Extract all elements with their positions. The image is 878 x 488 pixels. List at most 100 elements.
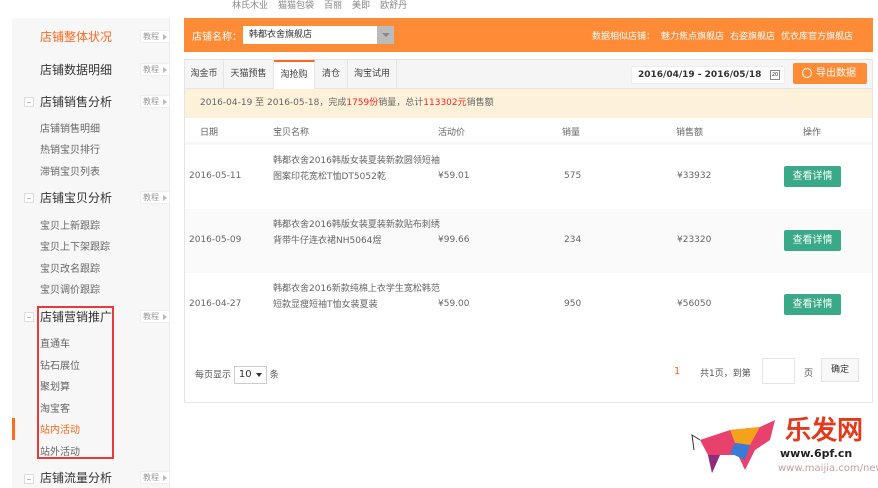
export-label: 导出数据: [816, 68, 856, 79]
row-item-name[interactable]: 韩都衣舍2016韩版女装夏装新款贴布刺绣背带牛仔连衣裙NH5064煜: [273, 217, 443, 249]
sidebar-item[interactable]: 宝贝调价跟踪: [40, 281, 100, 296]
row-date: 2016-05-11: [189, 171, 242, 181]
tutorial-button[interactable]: 教程: [140, 30, 170, 43]
collapse-icon[interactable]: [24, 193, 34, 203]
store-select[interactable]: 韩都衣舍旗舰店: [243, 26, 394, 44]
notice-text: 销量，总计: [378, 98, 424, 108]
active-indicator: [12, 418, 15, 440]
export-button[interactable]: 导出数据: [793, 63, 867, 84]
tutorial-button[interactable]: 教程: [140, 63, 170, 76]
top-nav-link[interactable]: 猫猫包袋: [278, 1, 314, 11]
sidebar-item[interactable]: 宝贝上下架跟踪: [40, 238, 110, 253]
page-unit: 页: [804, 369, 814, 379]
row-item-name[interactable]: 韩都衣舍2016韩版女装夏装新款圆领短袖图案印花宽松T恤DT5052乾: [273, 153, 443, 185]
top-nav-link[interactable]: 欧舒丹: [380, 1, 407, 11]
watermark-url-2: www.maijia.com/news: [778, 463, 878, 474]
summary-notice: 2016-04-19 至 2016-05-18，完成1759份销量，总计1133…: [185, 89, 872, 118]
col-qty: 销量: [562, 128, 581, 138]
collapse-icon[interactable]: [24, 312, 34, 322]
top-nav-link[interactable]: 百丽: [324, 1, 342, 11]
sidebar-section-detail[interactable]: 店铺数据明细: [40, 61, 112, 78]
row-qty: 950: [564, 299, 582, 309]
date-range-input[interactable]: 2016/04/19 - 2016/05/18 20: [631, 66, 785, 84]
watermark-url: www.6pf.cn: [780, 447, 853, 460]
tutorial-button[interactable]: 教程: [140, 95, 170, 108]
page-total: 共1页，到第: [700, 369, 751, 379]
similar-stores: 数据相似店铺： 魅力焦点旗舰店 右姿旗舰店 优衣库官方旗舰店: [586, 29, 853, 42]
similar-store-link[interactable]: 右姿旗舰店: [730, 32, 775, 42]
table-row: 2016-05-09 韩都衣舍2016韩版女装夏装新款贴布刺绣背带牛仔连衣裙NH…: [185, 209, 872, 273]
calendar-icon[interactable]: 20: [770, 70, 780, 80]
confirm-button[interactable]: 确定: [821, 358, 859, 382]
sidebar-item[interactable]: 宝贝上新跟踪: [40, 217, 100, 232]
row-price: ¥59.00: [438, 299, 470, 309]
table-row: 2016-05-11 韩都衣舍2016韩版女装夏装新款圆领短袖图案印花宽松T恤D…: [185, 145, 872, 209]
sales-amount: 113302元: [423, 98, 467, 108]
store-label: 店铺名称：: [192, 32, 242, 43]
per-page: 每页显示 10 条: [195, 366, 279, 384]
sales-count: 1759份: [346, 98, 379, 108]
store-value: 韩都衣舍旗舰店: [249, 30, 313, 40]
row-amount: ¥23320: [677, 235, 712, 245]
bull-logo-icon: [691, 420, 775, 473]
tab-taobao-trial[interactable]: 淘宝试用: [348, 60, 397, 89]
tab-tmall-presale[interactable]: 天猫预售: [224, 60, 274, 89]
sidebar-section-sales[interactable]: 店铺销售分析: [40, 93, 112, 110]
top-nav-link[interactable]: 美即: [352, 1, 370, 11]
per-page-unit: 条: [269, 370, 279, 381]
top-nav-link[interactable]: 林氏木业: [232, 1, 268, 11]
row-item-name[interactable]: 韩都衣舍2016新款纯棉上衣学生宽松韩范短款显瘦短袖T恤女装夏装: [273, 281, 443, 313]
tutorial-button[interactable]: 教程: [140, 310, 170, 323]
col-amount: 销售额: [676, 128, 704, 138]
sidebar-item[interactable]: 宝贝改名跟踪: [40, 260, 100, 275]
download-icon: [802, 68, 812, 78]
similar-store-link[interactable]: 魅力焦点旗舰店: [661, 32, 724, 42]
sidebar-item[interactable]: 店铺销售明细: [40, 120, 100, 135]
tutorial-button[interactable]: 教程: [140, 191, 170, 204]
view-details-button[interactable]: 查看详情: [784, 166, 841, 187]
row-price: ¥99.66: [438, 235, 470, 245]
content-panel: 淘金币 天猫预售 淘抢购 清仓 淘宝试用 2016/04/19 - 2016/0…: [184, 59, 873, 403]
row-date: 2016-04-27: [189, 299, 242, 309]
similar-store-link[interactable]: 优衣库官方旗舰店: [781, 32, 853, 42]
sidebar-section-overview[interactable]: 店铺整体状况: [40, 28, 112, 45]
table-header: 日期 宝贝名称 活动价 销量 销售额 操作: [185, 118, 872, 145]
watermark-logo: 乐发网 www.6pf.cn www.maijia.com/news: [690, 410, 878, 477]
col-action: 操作: [803, 128, 822, 138]
col-name: 宝贝名称: [273, 128, 310, 138]
page-jump-input[interactable]: [762, 358, 795, 384]
collapse-icon[interactable]: [24, 474, 34, 484]
date-range-value: 2016/04/19 - 2016/05/18: [638, 70, 762, 80]
row-amount: ¥33932: [677, 171, 712, 181]
tab-taoqianggou[interactable]: 淘抢购: [274, 60, 315, 90]
per-page-select[interactable]: 10: [233, 366, 267, 384]
row-amount: ¥56050: [677, 299, 712, 309]
row-date: 2016-05-09: [189, 235, 242, 245]
tab-clearance[interactable]: 清仓: [315, 60, 348, 89]
tutorial-button[interactable]: 教程: [140, 471, 170, 484]
watermark-title: 乐发网: [785, 416, 864, 446]
notice-text: 销售额: [466, 98, 494, 108]
view-details-button[interactable]: 查看详情: [784, 230, 841, 251]
similar-label: 数据相似店铺：: [591, 32, 655, 42]
tab-taojinbi[interactable]: 淘金币: [185, 60, 224, 89]
sidebar-section-traffic[interactable]: 店铺流量分析: [40, 469, 112, 486]
sidebar-item[interactable]: 热销宝贝排行: [40, 141, 100, 156]
top-nav: 林氏木业 猫猫包袋 百丽 美即 欧舒丹: [232, 0, 417, 11]
page-number[interactable]: 1: [674, 366, 680, 377]
sidebar-item[interactable]: 滞销宝贝列表: [40, 163, 100, 178]
highlight-box: [37, 306, 114, 459]
row-price: ¥59.01: [438, 171, 470, 181]
collapse-icon[interactable]: [24, 97, 34, 107]
notice-text: 2016-04-19 至 2016-05-18，完成: [200, 98, 347, 108]
pagination: 每页显示 10 条 1 共1页，到第 页 确定: [185, 358, 872, 386]
store-header: 店铺名称： 韩都衣舍旗舰店 数据相似店铺： 魅力焦点旗舰店 右姿旗舰店 优衣库官方旗舰…: [184, 18, 873, 52]
chevron-down-icon[interactable]: [377, 26, 394, 44]
col-price: 活动价: [438, 128, 466, 138]
row-qty: 234: [564, 235, 582, 245]
tab-bar: 淘金币 天猫预售 淘抢购 清仓 淘宝试用 2016/04/19 - 2016/0…: [185, 60, 872, 90]
view-details-button[interactable]: 查看详情: [784, 294, 841, 315]
row-qty: 575: [564, 171, 582, 181]
sidebar-section-items[interactable]: 店铺宝贝分析: [40, 189, 112, 206]
col-date: 日期: [200, 128, 219, 138]
